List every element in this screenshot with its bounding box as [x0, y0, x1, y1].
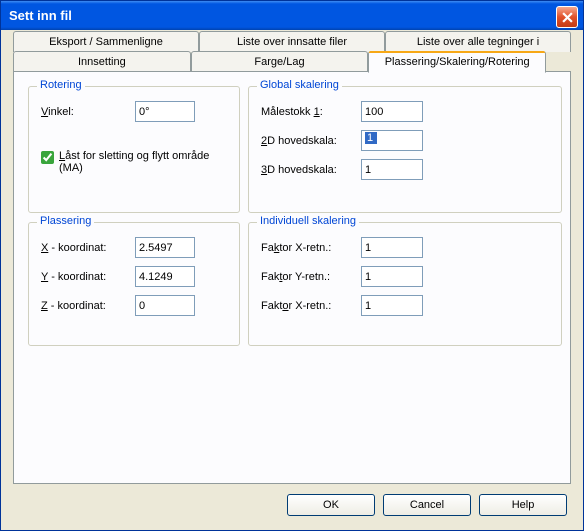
x-koordinat-input[interactable] — [135, 237, 195, 258]
help-button[interactable]: Help — [479, 494, 567, 516]
cancel-button[interactable]: Cancel — [383, 494, 471, 516]
faktor-y-input[interactable] — [361, 266, 423, 287]
group-individuell-title: Individuell skalering — [257, 215, 359, 227]
lock-checkbox[interactable] — [41, 151, 54, 164]
faktor-x-label: Faktor X-retn.: — [261, 242, 361, 254]
tab-plassering[interactable]: Plassering/Skalering/Rotering — [368, 51, 546, 73]
group-global-skalering: Global skalering Målestokk 1: 2D hovedsk… — [248, 86, 562, 213]
dialog-window: Sett inn fil Eksport / Sammenligne Liste… — [0, 0, 584, 531]
faktor-x-input[interactable] — [361, 237, 423, 258]
tab-innsetting[interactable]: Innsetting — [13, 51, 191, 72]
close-button[interactable] — [556, 6, 578, 28]
z-koordinat-input[interactable] — [135, 295, 195, 316]
group-plassering: Plassering X - koordinat: Y - koordinat:… — [28, 222, 240, 346]
titlebar: Sett inn fil — [1, 1, 583, 30]
vinkel-input[interactable] — [135, 101, 195, 122]
group-individuell-skalering: Individuell skalering Faktor X-retn.: Fa… — [248, 222, 562, 346]
malestokk-label: Målestokk 1: — [261, 106, 361, 118]
vinkel-label: Vinkel: — [41, 106, 135, 118]
tab-eksport[interactable]: Eksport / Sammenligne — [13, 31, 199, 52]
faktor-y-label: Faktor Y-retn.: — [261, 271, 361, 283]
3d-hovedskala-input[interactable] — [361, 159, 423, 180]
tab-alle-tegninger[interactable]: Liste over alle tegninger i prosjektet — [385, 31, 571, 52]
tab-panel: Rotering Vinkel: Låst for sletting og fl… — [13, 71, 571, 484]
faktor-z-label: Faktor X-retn.: — [261, 300, 361, 312]
group-rotering: Rotering Vinkel: Låst for sletting og fl… — [28, 86, 240, 213]
3d-hovedskala-label: 3D hovedskala: — [261, 164, 361, 176]
group-global-title: Global skalering — [257, 79, 342, 91]
z-koordinat-label: Z - koordinat: — [41, 300, 135, 312]
close-icon — [562, 12, 573, 23]
group-rotering-title: Rotering — [37, 79, 85, 91]
window-title: Sett inn fil — [9, 8, 72, 23]
ok-button[interactable]: OK — [287, 494, 375, 516]
tab-innsatte-filer[interactable]: Liste over innsatte filer — [199, 31, 385, 52]
malestokk-input[interactable] — [361, 101, 423, 122]
2d-hovedskala-label: 2D hovedskala: — [261, 135, 361, 147]
client-area: Eksport / Sammenligne Liste over innsatt… — [5, 31, 579, 526]
tab-farge-lag[interactable]: Farge/Lag — [191, 51, 369, 72]
x-koordinat-label: X - koordinat: — [41, 242, 135, 254]
group-plassering-title: Plassering — [37, 215, 94, 227]
faktor-z-input[interactable] — [361, 295, 423, 316]
y-koordinat-label: Y - koordinat: — [41, 271, 135, 283]
button-bar: OK Cancel Help — [287, 494, 567, 516]
2d-hovedskala-input[interactable]: 1 — [361, 130, 423, 151]
lock-label: Låst for sletting og flytt område (MA) — [59, 150, 227, 174]
y-koordinat-input[interactable] — [135, 266, 195, 287]
